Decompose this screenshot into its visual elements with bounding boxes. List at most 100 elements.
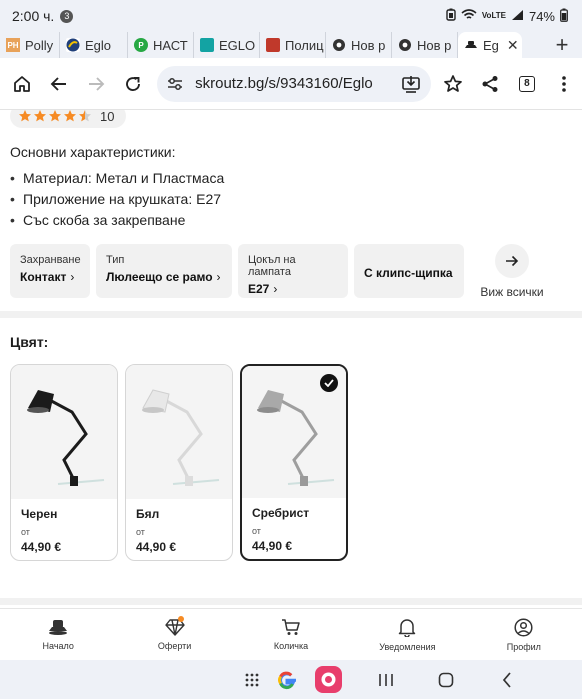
spec-chip-power[interactable]: Захранване Контакт ›	[10, 244, 90, 298]
browser-tab[interactable]: EGLO	[194, 32, 260, 58]
google-app-icon[interactable]	[275, 666, 299, 693]
app-drawer-icon[interactable]	[242, 666, 262, 693]
download-icon[interactable]	[401, 75, 421, 93]
recents-icon[interactable]	[376, 666, 396, 693]
spec-chip-socket[interactable]: Цокъл на лампата E27 ›	[238, 244, 348, 298]
spec-label: Захранване	[20, 254, 81, 266]
nav-home[interactable]: Начало	[0, 609, 116, 660]
characteristics-title: Основни характеристики:	[10, 144, 176, 160]
view-all-label: Виж всички	[480, 285, 544, 299]
tab-switcher-button[interactable]: 8	[508, 64, 545, 104]
reload-button[interactable]	[114, 64, 151, 104]
color-variant-black[interactable]: Черен от 44,90 €	[10, 364, 118, 561]
menu-button[interactable]	[545, 64, 582, 104]
selected-check-icon	[320, 374, 338, 392]
back-button[interactable]	[41, 64, 78, 104]
bookmark-button[interactable]	[435, 64, 472, 104]
spec-label: Тип	[106, 254, 125, 266]
polly-favicon-icon: PH	[6, 38, 20, 52]
color-section-title: Цвят:	[10, 334, 49, 350]
browser-tab-active[interactable]: Eg ✕	[458, 32, 522, 58]
nav-cart[interactable]: Количка	[233, 609, 349, 660]
variant-from: от	[252, 526, 261, 536]
browser-tab[interactable]: PH Polly	[0, 32, 60, 58]
close-tab-icon[interactable]: ✕	[507, 37, 519, 54]
home-button[interactable]	[4, 64, 41, 104]
bottom-navigation: Начало Оферти Количка Уведомления Профил	[0, 608, 582, 660]
star-icon	[49, 110, 61, 122]
chrome-favicon-icon	[332, 38, 346, 52]
status-bar: 2:00 ч. 3 VoLTE 74%	[0, 0, 582, 32]
chevron-right-icon: ›	[70, 270, 75, 284]
new-tab-button[interactable]: +	[542, 32, 582, 58]
nav-label: Уведомления	[379, 642, 436, 652]
variant-name: Бял	[136, 507, 160, 521]
url-text: skroutz.bg/s/9343160/Eglo	[195, 75, 373, 92]
notification-count-badge: 3	[60, 9, 74, 23]
variant-from: от	[21, 527, 30, 537]
bell-icon	[399, 619, 416, 637]
rating-pill[interactable]: 10	[10, 110, 127, 128]
star-icon	[34, 110, 46, 122]
share-button[interactable]	[472, 64, 509, 104]
status-time: 2:00 ч.	[12, 8, 55, 24]
characteristic-item: Материал: Метал и Пластмаса	[10, 168, 224, 189]
tab-label: Нов р	[417, 37, 452, 53]
spec-value: Люлеещо се рамо	[106, 270, 213, 284]
rating-count: 10	[100, 110, 115, 124]
home-hat-icon	[49, 620, 68, 635]
tab-label: Полиц	[285, 37, 324, 53]
wifi-icon	[461, 8, 477, 24]
section-divider	[0, 598, 582, 605]
browser-tab[interactable]: Eglo	[60, 32, 128, 58]
variant-name: Черен	[21, 507, 58, 521]
tab-label: EGLO	[219, 37, 256, 53]
variant-price: 44,90 €	[252, 539, 293, 553]
tab-count: 8	[518, 75, 535, 92]
color-variant-white[interactable]: Бял от 44,90 €	[125, 364, 233, 561]
tab-strip: PH Polly Eglo P НАСТ EGLO Полиц Нов р Но…	[0, 32, 582, 58]
characteristics-list: Материал: Метал и Пластмаса Приложение н…	[10, 168, 224, 231]
browser-toolbar: skroutz.bg/s/9343160/Eglo 8	[0, 58, 582, 110]
tab-label: Нов р	[351, 37, 386, 53]
spec-chip-type[interactable]: Тип Люлеещо се рамо ›	[96, 244, 232, 298]
view-all-button[interactable]: Виж всички	[480, 244, 544, 299]
color-variant-silver[interactable]: Сребрист от 44,90 €	[240, 364, 348, 561]
browser-tab[interactable]: Полиц	[260, 32, 326, 58]
nav-profile[interactable]: Профил	[466, 609, 582, 660]
forward-arrow-icon	[88, 76, 105, 91]
nav-offers[interactable]: Оферти	[116, 609, 232, 660]
eglo-square-favicon-icon	[200, 38, 214, 52]
forward-button[interactable]	[78, 64, 115, 104]
home-system-icon[interactable]	[436, 666, 456, 693]
battery-icon	[560, 8, 568, 25]
spec-value: E27	[248, 282, 270, 296]
system-navigation-bar	[0, 660, 582, 699]
spec-label: Цокъл на лампата	[248, 254, 296, 278]
rating-stars	[18, 110, 92, 123]
page-content: 10 Основни характеристики: Материал: Мет…	[0, 110, 582, 608]
section-divider	[0, 311, 582, 318]
browser-tab[interactable]: Нов р	[326, 32, 392, 58]
spec-chips: Захранване Контакт › Тип Люлеещо се рамо ›…	[10, 244, 464, 298]
browser-tab[interactable]: Нов р	[392, 32, 458, 58]
tab-label: Eg	[483, 37, 499, 53]
tab-label: Polly	[25, 37, 54, 53]
address-bar[interactable]: skroutz.bg/s/9343160/Eglo	[157, 65, 431, 102]
chevron-right-icon: ›	[216, 270, 221, 284]
variant-name: Сребрист	[252, 506, 310, 520]
back-system-icon[interactable]	[498, 666, 516, 693]
spec-chip-clip[interactable]: С клипс-щипка	[354, 244, 464, 298]
more-vertical-icon	[561, 75, 566, 92]
characteristic-item: Със скоба за закрепване	[10, 210, 224, 231]
nav-notifications[interactable]: Уведомления	[349, 609, 465, 660]
share-icon	[482, 75, 498, 92]
browser-tab[interactable]: P НАСТ	[128, 32, 194, 58]
screen-recorder-app-icon[interactable]	[314, 666, 342, 693]
battery-saver-icon	[446, 8, 456, 24]
site-settings-icon[interactable]	[167, 77, 183, 91]
lamp-image	[11, 365, 117, 499]
offers-badge-dot	[177, 616, 184, 622]
nav-label: Профил	[506, 642, 541, 652]
tab-label: Eglo	[85, 37, 112, 53]
